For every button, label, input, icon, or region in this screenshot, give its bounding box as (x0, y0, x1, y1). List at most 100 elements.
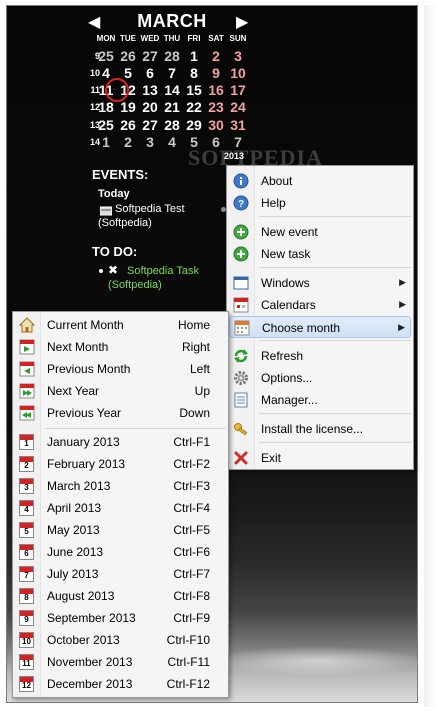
weekday-fri: FRI (187, 34, 201, 43)
menu-item-label: Help (261, 196, 286, 210)
submenu-item-label: Next Year (47, 384, 100, 398)
submenu-item-label: April 2013 (47, 501, 102, 515)
submenu-item-label: September 2013 (47, 611, 136, 625)
calendar-day[interactable]: 30 (205, 117, 227, 133)
calendar-day[interactable]: 22 (183, 99, 205, 115)
menu-item-label: Manager... (261, 393, 318, 407)
submenu-item-month[interactable]: 9 September 2013 Ctrl-F9 (15, 607, 226, 629)
shortcut-label: Ctrl-F8 (173, 589, 210, 603)
submenu-item-previous-month[interactable]: Previous Month Left (15, 358, 226, 380)
todo-item-title[interactable]: Softpedia Task (127, 264, 199, 278)
calendar-day[interactable]: 3 (227, 48, 249, 64)
menu-item-help[interactable]: ? Help (229, 192, 411, 214)
svg-text:?: ? (238, 199, 244, 210)
choose-month-submenu: Current Month Home Next Month Right Previous… (12, 311, 229, 698)
menu-item-label: Options... (261, 371, 313, 385)
submenu-item-month[interactable]: 5 May 2013 Ctrl-F5 (15, 519, 226, 541)
calendar-day[interactable]: 16 (205, 82, 227, 98)
submenu-item-month[interactable]: 6 June 2013 Ctrl-F6 (15, 541, 226, 563)
shortcut-label: Down (179, 406, 210, 420)
next-month-icon (19, 339, 35, 355)
context-menu: About? Help New event New task Windows ▶ Calen… (226, 165, 414, 470)
submenu-item-month[interactable]: 8 August 2013 Ctrl-F8 (15, 585, 226, 607)
background-glow (207, 646, 427, 676)
gear-icon (233, 370, 249, 386)
month-title: MARCH (137, 11, 207, 31)
calendar-day[interactable]: 13 (139, 82, 161, 98)
calendar-day[interactable]: 25 (95, 48, 117, 64)
shortcut-label: Left (189, 362, 210, 376)
menu-item-manager[interactable]: Manager... (229, 389, 411, 411)
calendar-day[interactable]: 28 (161, 117, 183, 133)
submenu-item-month[interactable]: 3 March 2013 Ctrl-F3 (15, 475, 226, 497)
submenu-item-previous-year[interactable]: Previous Year Down (15, 402, 226, 424)
previous-month-icon (19, 361, 35, 377)
calendar-day[interactable]: 9 (205, 65, 227, 81)
calendar-day[interactable]: 7 (161, 65, 183, 81)
menu-item-choose-month[interactable]: Choose month ▶ (229, 316, 411, 338)
calendar-day[interactable]: 21 (161, 99, 183, 115)
submenu-item-next-year[interactable]: Next Year Up (15, 380, 226, 402)
calendar-day[interactable]: 3 (139, 134, 161, 150)
calendar-icon-number: 5 (24, 527, 29, 536)
event-item-title[interactable]: Softpedia Test (115, 202, 185, 216)
menu-item-label: New event (261, 225, 318, 239)
calendar-icon-number: 11 (22, 659, 31, 668)
next-month-arrow-icon[interactable]: ▶ (236, 12, 248, 32)
calendar-day[interactable]: 20 (139, 99, 161, 115)
calendar-day[interactable]: 26 (117, 117, 139, 133)
month-calendar-icon: 5 (19, 522, 34, 538)
month-calendar-icon: 4 (19, 500, 34, 516)
calendar-day[interactable]: 14 (161, 82, 183, 98)
menu-item-new-event[interactable]: New event (229, 221, 411, 243)
submenu-item-current-month[interactable]: Current Month Home (15, 314, 226, 336)
calendar-day[interactable]: 23 (205, 99, 227, 115)
menu-item-install-the-license[interactable]: Install the license... (229, 418, 411, 440)
submenu-item-month[interactable]: 12 December 2013 Ctrl-F12 (15, 673, 226, 695)
calendar-day[interactable]: 2 (205, 48, 227, 64)
calendar-day[interactable]: 17 (227, 82, 249, 98)
calendar-day[interactable]: 27 (139, 48, 161, 64)
calendar-icon-number: 8 (24, 593, 29, 602)
submenu-item-month[interactable]: 11 November 2013 Ctrl-F11 (15, 651, 226, 673)
menu-item-about[interactable]: About (229, 170, 411, 192)
submenu-item-month[interactable]: 4 April 2013 Ctrl-F4 (15, 497, 226, 519)
calendar-day[interactable]: 10 (227, 65, 249, 81)
menu-item-refresh[interactable]: Refresh (229, 345, 411, 367)
submenu-item-next-month[interactable]: Next Month Right (15, 336, 226, 358)
calendar-day[interactable]: 27 (139, 117, 161, 133)
menu-separator (259, 267, 411, 268)
calendar-day[interactable]: 24 (227, 99, 249, 115)
menu-item-options[interactable]: Options... (229, 367, 411, 389)
calendar-day[interactable]: 26 (117, 48, 139, 64)
calendar-day[interactable]: 31 (227, 117, 249, 133)
help-icon: ? (233, 195, 249, 211)
previous-month-arrow-icon[interactable]: ◀ (88, 12, 100, 32)
month-calendar-icon: 2 (19, 456, 34, 472)
shortcut-label: Ctrl-F6 (173, 545, 210, 559)
submenu-item-month[interactable]: 10 October 2013 Ctrl-F10 (15, 629, 226, 651)
calendar-day[interactable]: 6 (139, 65, 161, 81)
month-calendar-icon: 1 (19, 434, 34, 450)
calendar-day[interactable]: 4 (161, 134, 183, 150)
calendar-day[interactable]: 29 (183, 117, 205, 133)
calendar-day[interactable]: 15 (183, 82, 205, 98)
menu-item-windows[interactable]: Windows ▶ (229, 272, 411, 294)
close-icon (233, 450, 249, 466)
year-label: 2013 (224, 151, 245, 161)
calendar-day[interactable]: 2 (117, 134, 139, 150)
calendar-day[interactable]: 8 (183, 65, 205, 81)
submenu-item-month[interactable]: 7 July 2013 Ctrl-F7 (15, 563, 226, 585)
calendar-day[interactable]: 1 (183, 48, 205, 64)
event-book-icon (99, 203, 113, 216)
calendar-day[interactable]: 28 (161, 48, 183, 64)
calendar-day[interactable]: 1 (95, 134, 117, 150)
menu-item-exit[interactable]: Exit (229, 447, 411, 469)
calendar-day[interactable]: 25 (95, 117, 117, 133)
submenu-item-month[interactable]: 1 January 2013 Ctrl-F1 (15, 431, 226, 453)
submenu-item-month[interactable]: 2 February 2013 Ctrl-F2 (15, 453, 226, 475)
weekday-wed: WED (140, 34, 160, 43)
shortcut-label: Home (177, 318, 210, 332)
menu-item-calendars[interactable]: Calendars ▶ (229, 294, 411, 316)
menu-item-new-task[interactable]: New task (229, 243, 411, 265)
